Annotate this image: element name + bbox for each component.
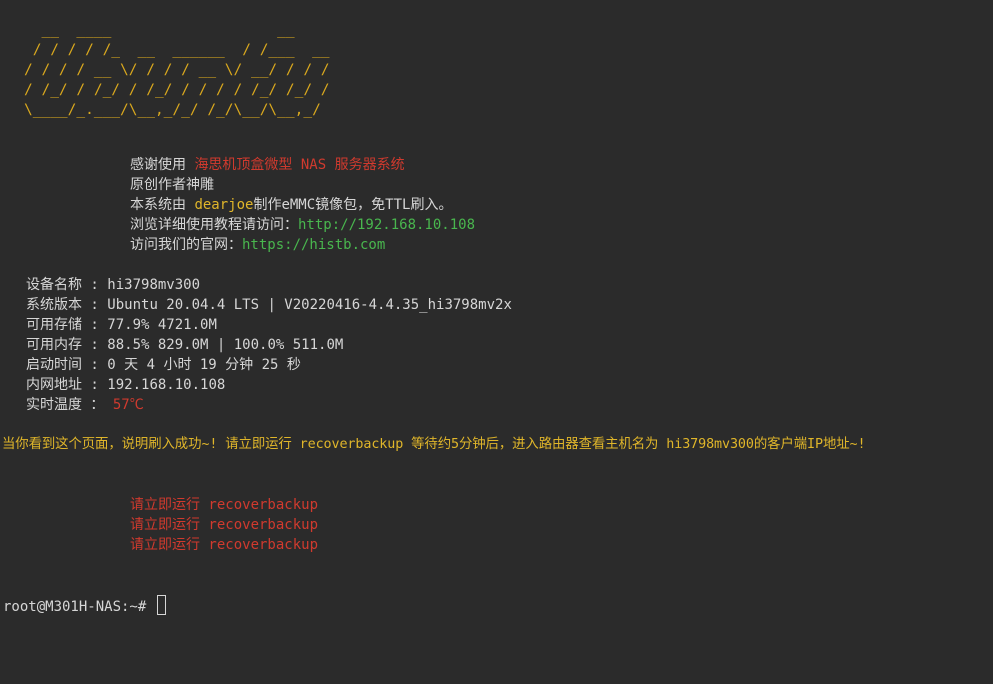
device-name-row: 设备名称 : hi3798mv300 xyxy=(26,275,200,295)
reminder-line-2: 请立即运行 recoverbackup xyxy=(130,517,319,533)
storage-row: 可用存储 : 77.9% 4721.0M xyxy=(26,315,217,335)
storage-label: 可用存储 : xyxy=(26,317,108,333)
intro-text: 本系统由 xyxy=(130,197,195,213)
intro-text: 感谢使用 xyxy=(130,157,195,173)
shell-prompt: root@M301H-NAS:~# xyxy=(3,599,147,615)
intro-text: 制作eMMC镜像包，免TTL刷入。 xyxy=(253,197,453,213)
tutorial-link[interactable]: http://192.168.10.108 xyxy=(298,217,475,233)
temperature-value: 57℃ xyxy=(112,397,144,413)
intro-line-4: 浏览详细使用教程请访问：http://192.168.10.108 xyxy=(130,215,475,235)
reminder-line-1: 请立即运行 recoverbackup xyxy=(130,497,319,513)
intro-line-3: 本系统由 dearjoe制作eMMC镜像包，免TTL刷入。 xyxy=(130,195,452,215)
author-name: dearjoe xyxy=(194,197,254,213)
success-notice: 当你看到这个页面，说明刷入成功~! 请立即运行 recoverbackup 等待… xyxy=(2,437,866,452)
device-name-value: hi3798mv300 xyxy=(107,277,201,293)
ascii-banner: __ ____ __ / / / / /_ __ ______ / /___ _… xyxy=(24,22,330,118)
terminal-window[interactable]: __ ____ __ / / / / /_ __ ______ / /___ _… xyxy=(0,0,993,684)
temperature-label: 实时温度 ： xyxy=(26,397,113,413)
intro-text: 浏览详细使用教程请访问： xyxy=(130,217,298,233)
ip-address-value: 192.168.10.108 xyxy=(107,377,226,393)
ip-address-row: 内网地址 : 192.168.10.108 xyxy=(26,375,225,395)
system-version-value: Ubuntu 20.04.4 LTS | V20220416-4.4.35_hi… xyxy=(107,297,512,313)
website-link[interactable]: https://histb.com xyxy=(242,237,385,253)
memory-value: 88.5% 829.0M | 100.0% 511.0M xyxy=(107,337,344,353)
memory-row: 可用内存 : 88.5% 829.0M | 100.0% 511.0M xyxy=(26,335,343,355)
reminder-line-3: 请立即运行 recoverbackup xyxy=(130,537,319,553)
memory-label: 可用内存 : xyxy=(26,337,108,353)
ip-address-label: 内网地址 : xyxy=(26,377,108,393)
text-cursor[interactable] xyxy=(156,595,166,615)
uptime-row: 启动时间 : 0 天 4 小时 19 分钟 25 秒 xyxy=(26,355,301,375)
storage-value: 77.9% 4721.0M xyxy=(107,317,217,333)
uptime-label: 启动时间 : xyxy=(26,357,108,373)
intro-text: 访问我们的官网： xyxy=(130,237,242,253)
command-prompt-row[interactable]: root@M301H-NAS:~# xyxy=(3,595,166,615)
intro-line-5: 访问我们的官网：https://histb.com xyxy=(130,235,385,255)
system-name: 海思机顶盒微型 NAS 服务器系统 xyxy=(194,157,405,173)
device-name-label: 设备名称 : xyxy=(26,277,108,293)
system-version-row: 系统版本 : Ubuntu 20.04.4 LTS | V20220416-4.… xyxy=(26,295,512,315)
temperature-row: 实时温度 ： 57℃ xyxy=(26,395,144,415)
intro-line-2: 原创作者神雕 xyxy=(130,177,214,193)
intro-line-1: 感谢使用 海思机顶盒微型 NAS 服务器系统 xyxy=(130,155,405,175)
system-version-label: 系统版本 : xyxy=(26,297,108,313)
uptime-value: 0 天 4 小时 19 分钟 25 秒 xyxy=(107,357,301,373)
